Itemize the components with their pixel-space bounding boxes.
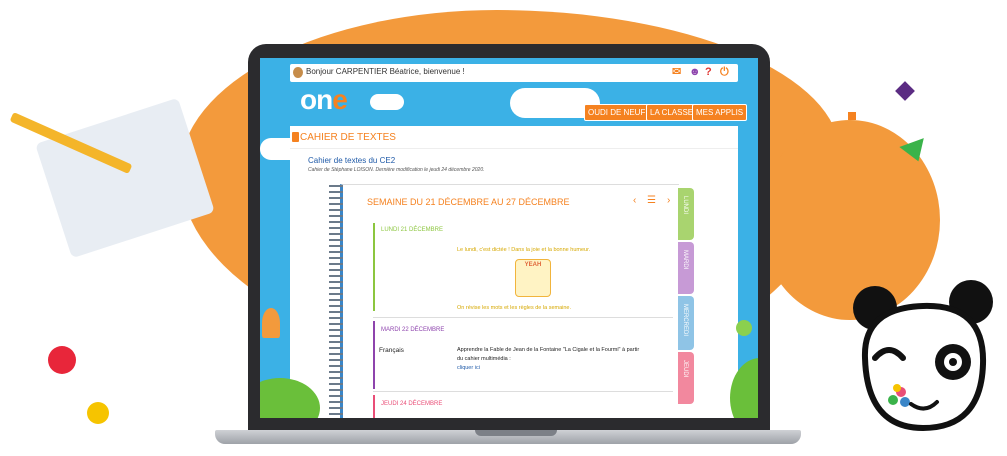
tab-label: MERCREDI	[682, 304, 688, 337]
day-label-jeudi: JEUDI 24 DÉCEMBRE	[381, 401, 443, 407]
account-icon[interactable]: ☻	[689, 66, 701, 78]
tree-icon	[262, 308, 280, 338]
yellow-dot-icon	[87, 402, 109, 424]
main-panel: CAHIER DE TEXTES Cahier de textes du CE2…	[290, 126, 738, 418]
tab-label: JEUDI	[682, 360, 688, 378]
laptop-notch	[475, 430, 557, 436]
help-icon[interactable]: ?	[705, 66, 712, 78]
day-bar-jeudi	[373, 395, 375, 418]
spiral-binding	[329, 185, 343, 418]
orange-square-icon	[848, 112, 856, 120]
yeah-image: YEAH	[515, 259, 551, 297]
mardi-text-2: du cahier multimédia :	[457, 356, 511, 362]
day-bar-mardi	[373, 321, 375, 389]
tab-jeudi[interactable]: JEUDI	[678, 352, 694, 404]
tree-icon	[736, 320, 752, 336]
cahier-subtitle: Cahier de Stéphane LOISON. Dernière modi…	[308, 167, 485, 173]
next-week-button[interactable]: ›	[667, 195, 670, 206]
panda-mascot-icon	[853, 280, 993, 432]
greeting-text: Bonjour CARPENTIER Béatrice, bienvenue !	[306, 67, 465, 76]
previous-week-button[interactable]: ‹	[633, 195, 636, 206]
tab-label: MARDI	[682, 250, 688, 270]
day-label-lundi: LUNDI 21 DÉCEMBRE	[381, 227, 444, 233]
link-cliquer-ici[interactable]: cliquer ici	[457, 365, 480, 371]
tab-label: LUNDI	[682, 196, 688, 215]
subject-label: Français	[379, 347, 404, 354]
laptop-screen: Bonjour CARPENTIER Béatrice, bienvenue !…	[260, 58, 758, 418]
lundi-text-2: On révise les mots et les règles de la s…	[457, 305, 572, 311]
cahier-title: Cahier de textes du CE2	[308, 156, 396, 165]
logout-icon[interactable]: ⏻	[720, 66, 729, 78]
red-dot-icon	[48, 346, 76, 374]
divider	[373, 391, 673, 392]
day-label-mardi: MARDI 22 DÉCEMBRE	[381, 327, 445, 333]
tab-mardi[interactable]: MARDI	[678, 242, 694, 294]
logo-text: on	[300, 84, 333, 115]
week-title: SEMAINE DU 21 DÉCEMBRE AU 27 DÉCEMBRE	[367, 197, 570, 207]
menu-icon[interactable]: ☰	[647, 195, 656, 206]
day-bar-lundi	[373, 223, 375, 311]
user-avatar-icon	[293, 67, 303, 78]
divider	[373, 317, 673, 318]
logo-text-e: e	[332, 84, 348, 115]
nav-button-la-classe[interactable]: LA CLASSE	[646, 104, 698, 121]
divider	[290, 148, 738, 149]
mardi-text-1: Apprendre la Fable de Jean de la Fontain…	[457, 347, 640, 353]
purple-square-icon	[895, 81, 915, 101]
lundi-text-1: Le lundi, c'est dictée ! Dans la joie et…	[457, 247, 591, 253]
yeah-image-text: YEAH	[524, 262, 542, 268]
notebook-icon	[292, 132, 299, 142]
page-title: CAHIER DE TEXTES	[300, 132, 396, 143]
notebook: SEMAINE DU 21 DÉCEMBRE AU 27 DÉCEMBRE ‹ …	[329, 184, 679, 418]
paper-icon	[35, 97, 215, 259]
top-bar: Bonjour CARPENTIER Béatrice, bienvenue !…	[290, 64, 738, 82]
one-logo[interactable]: one	[300, 84, 348, 116]
tab-mercredi[interactable]: MERCREDI	[678, 296, 694, 350]
cloud-icon	[370, 94, 404, 110]
nav-button-mes-applis[interactable]: MES APPLIS	[692, 104, 748, 121]
tab-lundi[interactable]: LUNDI	[678, 188, 694, 240]
messages-icon[interactable]: ✉	[672, 66, 681, 78]
